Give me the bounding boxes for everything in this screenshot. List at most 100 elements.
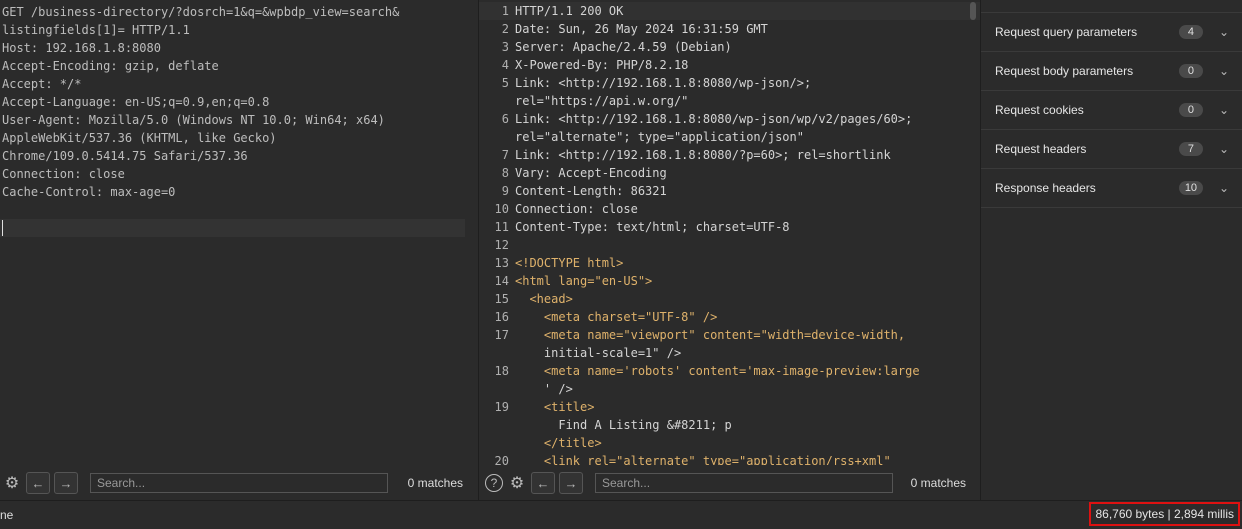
response-line-text: <html lang="en-US"> — [515, 274, 653, 288]
response-line-text: <title> — [515, 400, 595, 414]
line-number: 2 — [501, 22, 509, 36]
line-number: 20 — [494, 454, 509, 465]
response-line: 3 Server: Apache/2.4.59 (Debian) — [479, 38, 980, 56]
request-line: Chrome/109.0.5414.75 Safari/537.36 — [2, 149, 248, 163]
line-number: 17 — [494, 328, 509, 342]
response-line: 11 Content-Type: text/html; charset=UTF-8 — [479, 218, 980, 236]
request-line: Cache-Control: max-age=0 — [2, 185, 176, 199]
response-line: 17 <meta name="viewport" content="width=… — [479, 326, 980, 344]
response-line: </title> — [479, 434, 980, 452]
response-line: 13 <!DOCTYPE html> — [479, 254, 980, 272]
line-number: 13 — [494, 256, 509, 270]
response-line-text: <!DOCTYPE html> — [515, 256, 624, 270]
help-icon[interactable]: ? — [485, 474, 503, 492]
inspector-section-label: Request body parameters — [995, 64, 1134, 78]
request-line: listingfields[1]= HTTP/1.1 — [2, 23, 190, 37]
response-line-text: Date: Sun, 26 May 2024 16:31:59 GMT — [515, 22, 768, 36]
current-line-highlight — [0, 219, 465, 237]
response-line: 2 Date: Sun, 26 May 2024 16:31:59 GMT — [479, 20, 980, 38]
response-editor[interactable]: 1 HTTP/1.1 200 OK 2 Date: Sun, 26 May 2024 … — [479, 2, 980, 465]
inspector-section[interactable]: Request body parameters 0 ⌄ — [981, 52, 1242, 91]
inspector-list: Request query parameters 4 ⌄ Request body p… — [981, 13, 1242, 208]
inspector-section-label: Request headers — [995, 142, 1087, 156]
gear-icon[interactable]: ⚙ — [507, 473, 527, 493]
line-number — [479, 344, 515, 362]
response-search-input[interactable] — [595, 473, 893, 493]
request-line: Host: 192.168.1.8:8080 — [2, 41, 161, 55]
request-editor[interactable]: GET /business-directory/?dosrch=1&q=&wpb… — [0, 3, 477, 465]
line-number — [479, 128, 515, 146]
status-left-text: ne — [0, 508, 14, 522]
request-line: User-Agent: Mozilla/5.0 (Windows NT 10.0… — [2, 113, 385, 127]
chevron-down-icon[interactable]: ⌄ — [1219, 103, 1229, 117]
count-badge: 4 — [1178, 25, 1203, 39]
request-line: Accept: */* — [2, 77, 82, 91]
chevron-down-icon[interactable]: ⌄ — [1219, 25, 1229, 39]
line-number: 14 — [494, 274, 509, 288]
response-line: 18 <meta name='robots' content='max-imag… — [479, 362, 980, 380]
inspector-section[interactable]: Request cookies 0 ⌄ — [981, 91, 1242, 130]
line-number: 6 — [501, 112, 509, 126]
inspector-section-label: Request cookies — [995, 103, 1084, 117]
response-line-text: Connection: close — [515, 202, 638, 216]
response-line: 19 <title> — [479, 398, 980, 416]
response-line-text: Content-Type: text/html; charset=UTF-8 — [515, 220, 790, 234]
response-line: 7 Link: <http://192.168.1.8:8080/?p=60>; … — [479, 146, 980, 164]
response-line-text: <meta name='robots' content='max-image-p… — [515, 364, 920, 378]
line-number — [479, 434, 515, 452]
inspector-section-label: Response headers — [995, 181, 1096, 195]
response-pane: 1 HTTP/1.1 200 OK 2 Date: Sun, 26 May 2024 … — [478, 0, 980, 501]
response-line-text: </title> — [515, 436, 602, 450]
line-number: 16 — [494, 310, 509, 324]
response-line: initial-scale=1" /> — [479, 344, 980, 362]
inspector-section[interactable]: Response headers 10 ⌄ — [981, 169, 1242, 208]
text-caret — [2, 220, 3, 236]
request-search-bar: ⚙ ← → 0 matches — [0, 465, 477, 501]
response-line-text: <head> — [515, 292, 573, 306]
response-search-bar: ? ⚙ ← → 0 matches — [479, 465, 980, 501]
response-line: 9 Content-Length: 86321 — [479, 182, 980, 200]
line-number: 18 — [494, 364, 509, 378]
line-number: 4 — [501, 58, 509, 72]
response-line-text: rel="alternate"; type="application/json" — [515, 130, 804, 144]
line-number — [479, 380, 515, 398]
arrow-left-icon[interactable]: ← — [26, 472, 50, 494]
count-badge: 0 — [1178, 103, 1203, 117]
response-line: 10 Connection: close — [479, 200, 980, 218]
response-line: 4 X-Powered-By: PHP/8.2.18 — [479, 56, 980, 74]
line-number — [479, 92, 515, 110]
response-matches-count: 0 matches — [910, 476, 966, 490]
status-bar: ne 86,760 bytes | 2,894 millis — [0, 500, 1242, 529]
response-line-text: rel="https://api.w.org/" — [515, 94, 689, 108]
response-line: 6 Link: <http://192.168.1.8:8080/wp-json/… — [479, 110, 980, 128]
count-badge: 10 — [1178, 181, 1203, 195]
response-line-text: Link: <http://192.168.1.8:8080/wp-json/w… — [515, 112, 913, 126]
request-search-input[interactable] — [90, 473, 388, 493]
line-number: 15 — [494, 292, 509, 306]
chevron-down-icon[interactable]: ⌄ — [1219, 181, 1229, 195]
inspector-section-label: Request query parameters — [995, 25, 1138, 39]
chevron-down-icon[interactable]: ⌄ — [1219, 64, 1229, 78]
response-line: ' /> — [479, 380, 980, 398]
inspector-section[interactable]: Request query parameters 4 ⌄ — [981, 13, 1242, 52]
request-matches-count: 0 matches — [407, 476, 463, 490]
line-number: 3 — [501, 40, 509, 54]
response-line-text: HTTP/1.1 200 OK — [515, 4, 624, 18]
chevron-down-icon[interactable]: ⌄ — [1219, 142, 1229, 156]
inspector-section[interactable]: Request headers 7 ⌄ — [981, 130, 1242, 169]
inspector-pane: Request query parameters 4 ⌄ Request body p… — [980, 0, 1242, 501]
arrow-right-icon[interactable]: → — [559, 472, 583, 494]
gear-icon[interactable]: ⚙ — [2, 473, 22, 493]
response-scrollbar[interactable] — [970, 2, 976, 20]
line-number: 8 — [501, 166, 509, 180]
arrow-left-icon[interactable]: ← — [531, 472, 555, 494]
response-line: 20 <link rel="alternate" type="applicati… — [479, 452, 980, 465]
line-number: 7 — [501, 148, 509, 162]
request-line: AppleWebKit/537.36 (KHTML, like Gecko) — [2, 131, 277, 145]
arrow-right-icon[interactable]: → — [54, 472, 78, 494]
line-number: 9 — [501, 184, 509, 198]
line-number: 11 — [494, 220, 509, 234]
response-line: 12 — [479, 236, 980, 254]
response-line: 14 <html lang="en-US"> — [479, 272, 980, 290]
response-line-text: Find A Listing &#8211; p — [515, 418, 732, 432]
